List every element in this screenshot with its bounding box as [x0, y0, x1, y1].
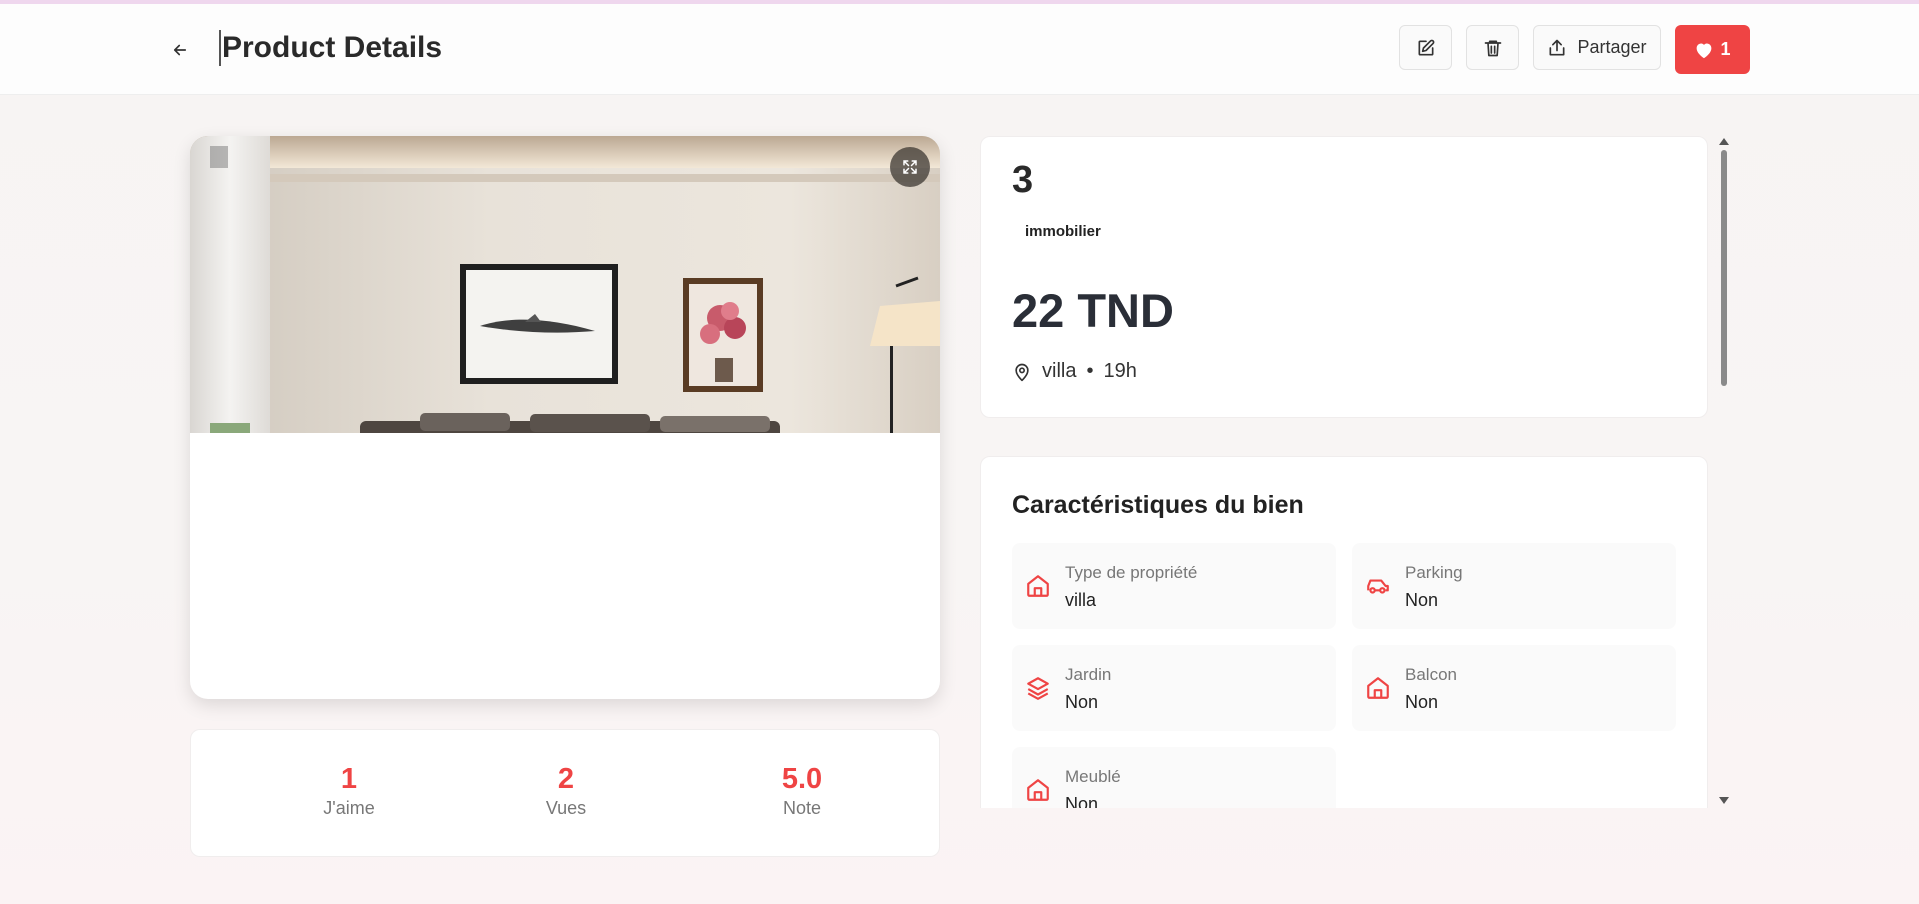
product-info-card: 3 immobilier 22 TND villa • 19h — [980, 136, 1708, 418]
feature-label: Meublé — [1065, 767, 1121, 786]
page-title: Product Details — [219, 30, 442, 66]
details-panel[interactable]: 3 immobilier 22 TND villa • 19h Caractér… — [980, 136, 1720, 808]
stat-views: 2 Vues — [506, 762, 626, 819]
feature-property-type: Type de propriété villa — [1012, 543, 1336, 629]
posted-time: 19h — [1103, 360, 1137, 382]
page-header: Product Details Partager 1 — [0, 4, 1919, 95]
product-image-card — [190, 136, 940, 699]
stat-rating-label: Note — [782, 798, 822, 818]
home-icon — [1027, 779, 1049, 801]
feature-parking: Parking Non — [1352, 543, 1676, 629]
stat-likes-label: J'aime — [323, 798, 375, 818]
expand-image-button[interactable] — [890, 147, 930, 187]
map-pin-icon — [1015, 363, 1029, 381]
stat-views-value: 2 — [557, 763, 575, 795]
category-badge: immobilier — [1025, 223, 1101, 240]
feature-value: Non — [1405, 590, 1439, 610]
edit-button[interactable] — [1399, 25, 1452, 70]
arrow-left-icon — [173, 44, 187, 56]
feature-value: Non — [1065, 692, 1099, 712]
features-title: Caractéristiques du bien — [1012, 491, 1304, 519]
share-button[interactable]: Partager — [1533, 25, 1661, 70]
features-card: Caractéristiques du bien Type de proprié… — [980, 456, 1708, 808]
heart-icon — [1697, 42, 1712, 58]
location-row: villa • 19h — [1012, 360, 1137, 383]
stat-views-label: Vues — [545, 798, 587, 818]
scroll-thumb[interactable] — [1721, 150, 1727, 386]
trash-icon — [1484, 40, 1501, 56]
feature-label: Balcon — [1405, 665, 1457, 684]
scroll-down-arrow[interactable] — [1719, 797, 1729, 804]
layers-icon — [1027, 677, 1049, 700]
feature-label: Jardin — [1065, 665, 1112, 684]
share-icon — [1549, 39, 1565, 56]
feature-value: Non — [1065, 794, 1099, 808]
product-name: 3 — [1012, 159, 1034, 201]
edit-icon — [1418, 39, 1434, 56]
stats-card: 1 J'aime 2 Vues 5.0 Note — [190, 729, 940, 857]
like-count: 1 — [1720, 39, 1731, 59]
feature-furnished: Meublé Non — [1012, 747, 1336, 808]
feature-balcony: Balcon Non — [1352, 645, 1676, 731]
details-scrollbar[interactable] — [1717, 136, 1731, 808]
car-icon — [1367, 579, 1389, 594]
like-button[interactable]: 1 — [1675, 25, 1750, 74]
location-separator: • — [1086, 360, 1094, 382]
location-text: villa — [1042, 360, 1077, 382]
delete-button[interactable] — [1466, 25, 1519, 70]
expand-icon — [903, 160, 917, 174]
feature-value: Non — [1405, 692, 1439, 712]
home-icon — [1027, 575, 1049, 597]
feature-garden: Jardin Non — [1012, 645, 1336, 731]
back-button[interactable] — [164, 34, 196, 66]
stat-likes-value: 1 — [340, 763, 358, 795]
stat-rating-value: 5.0 — [781, 763, 823, 795]
home-icon — [1367, 677, 1389, 699]
feature-label: Parking — [1405, 563, 1463, 582]
scroll-up-arrow[interactable] — [1719, 138, 1729, 145]
product-price: 22 TND — [1012, 284, 1174, 337]
product-photo[interactable] — [190, 136, 940, 433]
share-button-label: Partager — [1577, 37, 1647, 57]
stat-rating: 5.0 Note — [742, 762, 862, 819]
feature-value: villa — [1065, 590, 1097, 610]
feature-label: Type de propriété — [1065, 563, 1198, 582]
stat-likes: 1 J'aime — [289, 762, 409, 819]
